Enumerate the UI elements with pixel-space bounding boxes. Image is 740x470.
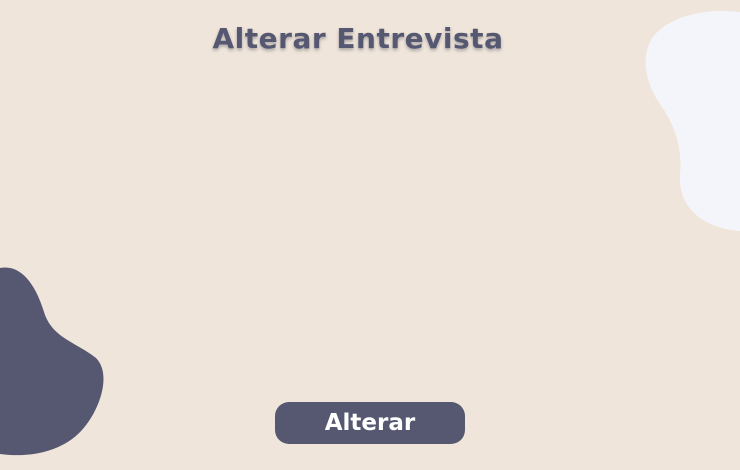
- page-title: Alterar Entrevista: [212, 22, 504, 55]
- decorative-blob-bottom-left: [0, 267, 104, 456]
- decorative-blob-bottom-left-shape: [0, 267, 104, 456]
- page-background: Alterar Entrevista Alterar: [0, 0, 740, 470]
- alterar-button[interactable]: Alterar: [275, 402, 465, 444]
